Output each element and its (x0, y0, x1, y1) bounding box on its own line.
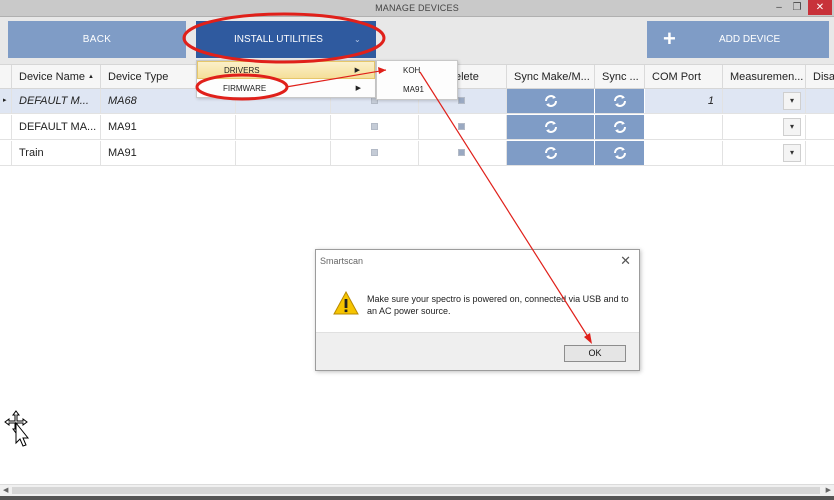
dialog-footer: OK (316, 332, 639, 370)
sync-button[interactable] (595, 115, 645, 139)
install-utilities-button[interactable]: INSTALL UTILITIES ⌄ (196, 21, 376, 58)
toolbar: BACK INSTALL UTILITIES ⌄ + ADD DEVICE (0, 17, 834, 64)
sync-make-button[interactable] (507, 89, 595, 113)
submenu-arrow-icon: ▶ (355, 85, 361, 92)
checkbox[interactable] (371, 149, 378, 156)
menu-item-drivers[interactable]: DRIVERS ▶ (197, 61, 375, 79)
device-name-cell[interactable]: DEFAULT MA... (12, 115, 101, 139)
device-name-cell[interactable]: Train (12, 141, 101, 165)
refresh-icon (544, 95, 557, 107)
header-device-name[interactable]: Device Name ▲ (12, 65, 101, 89)
delete-checkbox[interactable] (458, 97, 465, 104)
sync-make-button[interactable] (507, 115, 595, 139)
disable-cell[interactable] (806, 89, 834, 113)
refresh-icon (544, 121, 557, 133)
device-name-cell[interactable]: DEFAULT M... (12, 89, 101, 113)
checkbox-cell[interactable] (331, 141, 419, 165)
add-device-label: ADD DEVICE (719, 34, 781, 45)
com-port-cell[interactable] (645, 141, 723, 165)
plus-icon: + (663, 26, 676, 51)
submenu-item-ma91[interactable]: MA91 (377, 81, 457, 99)
measurement-cell[interactable]: ▾ (723, 115, 806, 139)
disable-cell[interactable] (806, 115, 834, 139)
ok-button[interactable]: OK (564, 345, 626, 362)
header-device-name-label: Device Name (19, 71, 86, 83)
blank-cell[interactable] (236, 141, 331, 165)
scroll-left-icon[interactable]: ◀ (3, 485, 8, 496)
table-row[interactable]: Train MA91 ▾ (0, 141, 834, 166)
disable-cell[interactable] (806, 141, 834, 165)
drivers-submenu: KOH MA91 (376, 60, 458, 100)
scrollbar-thumb[interactable] (12, 487, 820, 494)
chevron-down-icon: ⌄ (354, 35, 361, 44)
device-type-cell[interactable]: MA91 (101, 115, 236, 139)
header-sync-make[interactable]: Sync Make/M... (507, 65, 595, 89)
close-button[interactable]: ✕ (808, 0, 832, 15)
delete-cell[interactable] (419, 115, 507, 139)
smartscan-dialog: Smartscan ✕ Make sure your spectro is po… (315, 249, 640, 371)
dialog-body: Make sure your spectro is powered on, co… (316, 272, 639, 332)
header-indicator-cell (0, 65, 12, 89)
table-row[interactable]: DEFAULT MA... MA91 ▾ (0, 115, 834, 140)
dialog-close-button[interactable]: ✕ (620, 253, 631, 269)
move-cursor-icon (4, 410, 30, 447)
minimize-button[interactable]: – (770, 0, 788, 15)
sync-button[interactable] (595, 141, 645, 165)
sync-make-button[interactable] (507, 141, 595, 165)
dropdown-button[interactable]: ▾ (783, 118, 801, 136)
install-utilities-menu: DRIVERS ▶ FIRMWARE ▶ (196, 60, 376, 98)
delete-cell[interactable] (419, 141, 507, 165)
restore-button[interactable]: ❐ (788, 0, 806, 15)
add-device-button[interactable]: + ADD DEVICE (647, 21, 829, 58)
dialog-title: Smartscan (320, 256, 364, 266)
dropdown-button[interactable]: ▾ (783, 144, 801, 162)
device-type-cell[interactable]: MA91 (101, 141, 236, 165)
header-measurement[interactable]: Measuremen... (723, 65, 806, 89)
dialog-message: Make sure your spectro is powered on, co… (367, 294, 629, 316)
scroll-right-icon[interactable]: ▶ (826, 485, 831, 496)
window-title: MANAGE DEVICES (375, 3, 459, 13)
menu-item-firmware-label: FIRMWARE (223, 84, 267, 93)
sort-ascending-icon: ▲ (88, 74, 94, 80)
submenu-arrow-icon: ▶ (354, 67, 360, 74)
delete-checkbox[interactable] (458, 123, 465, 130)
row-indicator: ▸ (0, 89, 12, 113)
install-utilities-label: INSTALL UTILITIES (234, 34, 323, 45)
refresh-icon (613, 147, 626, 159)
blank-cell[interactable] (236, 115, 331, 139)
title-bar: MANAGE DEVICES – ❐ ✕ (0, 0, 834, 17)
back-button[interactable]: BACK (8, 21, 186, 58)
delete-checkbox[interactable] (458, 149, 465, 156)
menu-item-firmware[interactable]: FIRMWARE ▶ (197, 80, 375, 98)
horizontal-scrollbar[interactable]: ◀ ▶ (0, 484, 834, 496)
row-pointer-icon: ▸ (3, 97, 7, 104)
checkbox[interactable] (371, 123, 378, 130)
refresh-icon (613, 95, 626, 107)
com-port-cell[interactable] (645, 115, 723, 139)
checkbox-cell[interactable] (331, 115, 419, 139)
measurement-cell[interactable]: ▾ (723, 89, 806, 113)
sync-button[interactable] (595, 89, 645, 113)
measurement-cell[interactable]: ▾ (723, 141, 806, 165)
submenu-item-koh[interactable]: KOH (377, 62, 457, 80)
warning-icon (333, 291, 359, 315)
refresh-icon (613, 121, 626, 133)
row-indicator (0, 141, 12, 165)
refresh-icon (544, 147, 557, 159)
header-disable[interactable]: Disa (806, 65, 834, 89)
bottom-edge (0, 496, 834, 500)
header-sync[interactable]: Sync ... (595, 65, 645, 89)
com-port-cell[interactable]: 1 (645, 89, 723, 113)
header-com-port[interactable]: COM Port (645, 65, 723, 89)
dropdown-button[interactable]: ▾ (783, 92, 801, 110)
menu-item-drivers-label: DRIVERS (224, 66, 260, 75)
row-indicator (0, 115, 12, 139)
